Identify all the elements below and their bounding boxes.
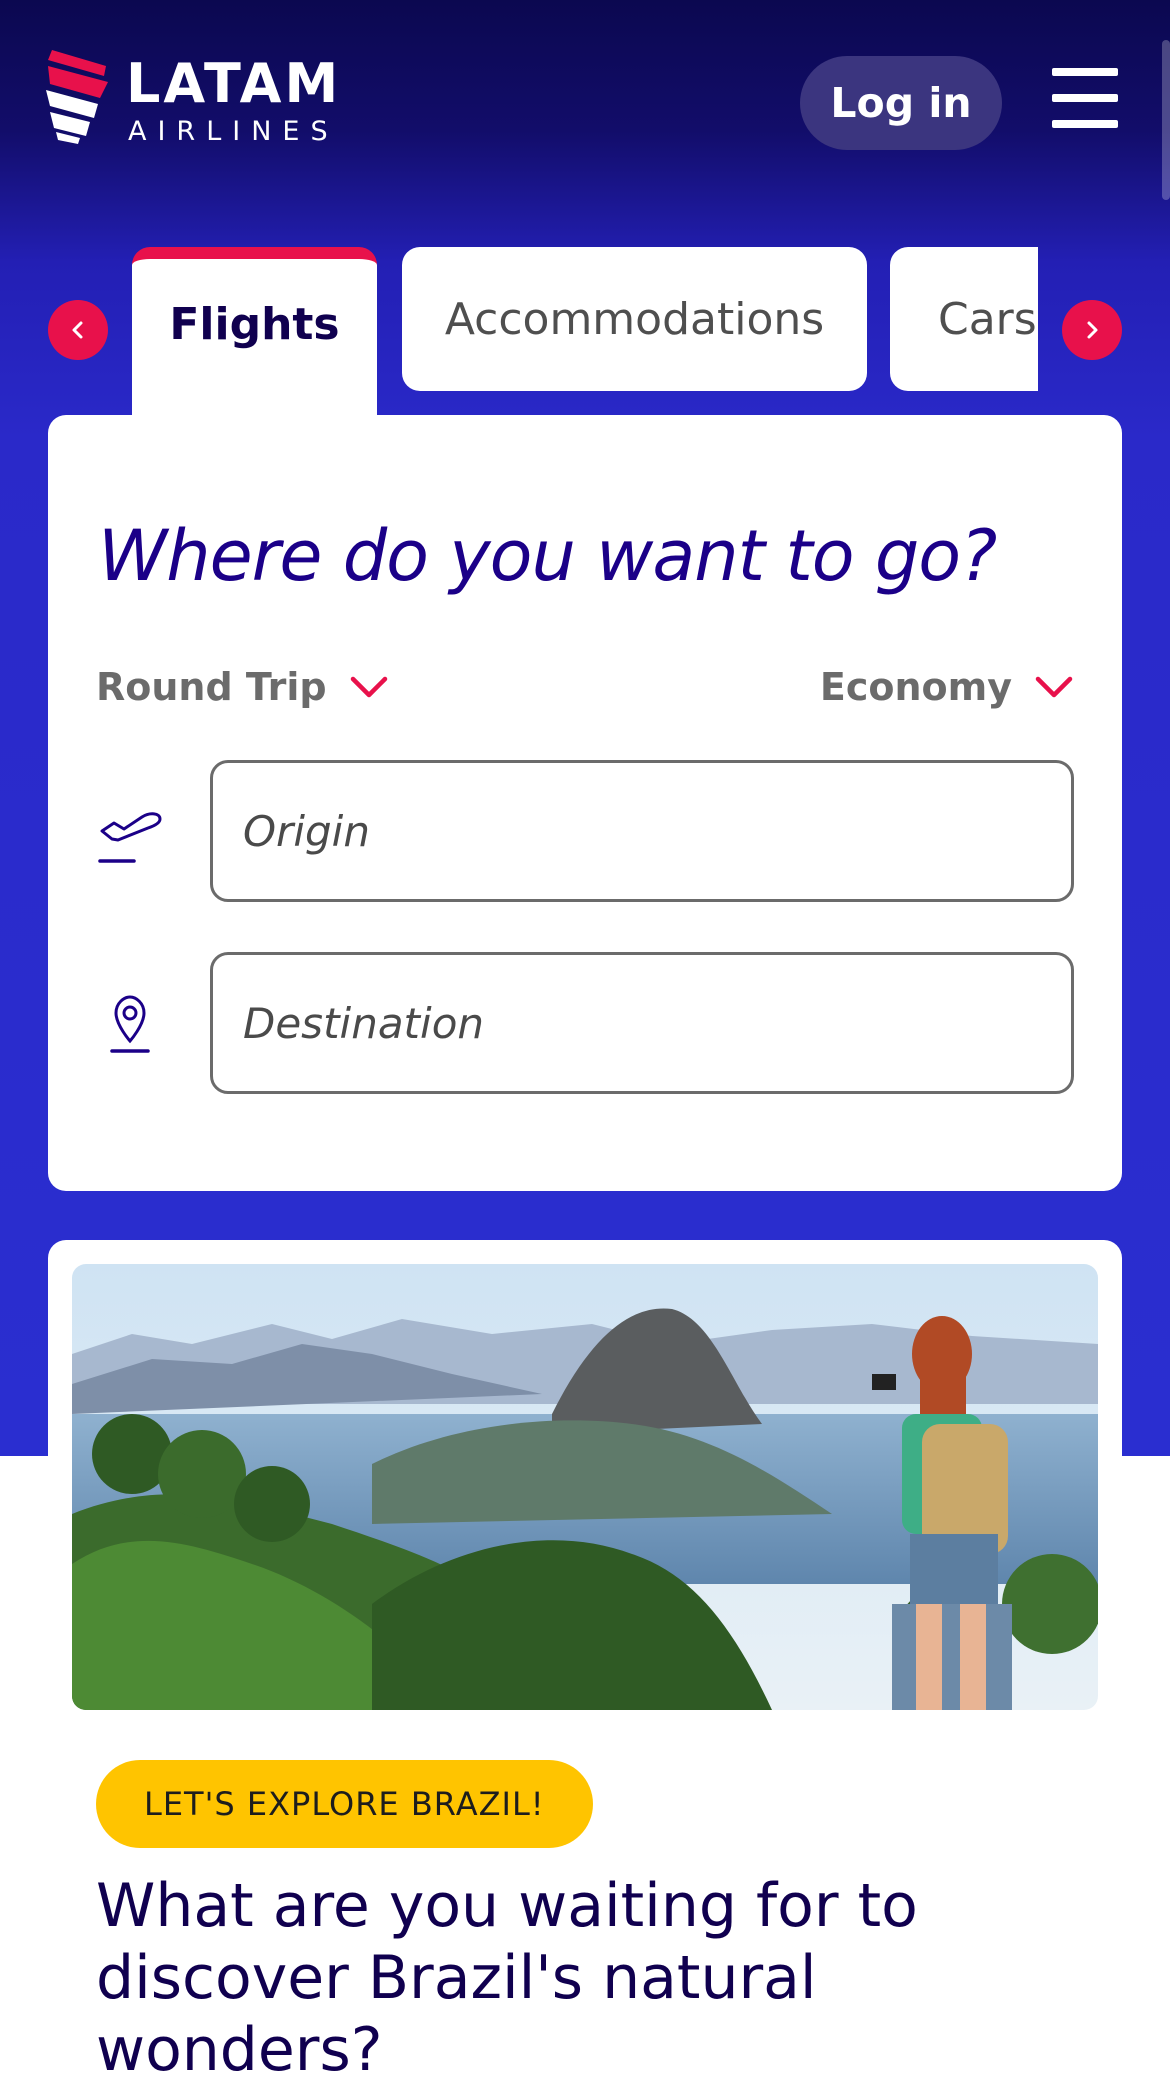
flight-search-card: Where do you want to go? Round Trip Econ… [48, 415, 1122, 1191]
logo-wordmark: LATAM [126, 52, 342, 115]
tab-flights[interactable]: Flights [132, 247, 377, 422]
logo-subtitle: AIRLINES [128, 116, 339, 147]
promo-badge: LET'S EXPLORE BRAZIL! [96, 1760, 593, 1848]
cabin-class-select[interactable]: Economy [820, 665, 1074, 709]
tabs-next-button[interactable] [1062, 300, 1122, 360]
destination-field[interactable]: Destination [210, 952, 1074, 1094]
trip-type-select[interactable]: Round Trip [96, 665, 389, 709]
promo-card[interactable]: LET'S EXPLORE BRAZIL! What are you waiti… [48, 1240, 1122, 2085]
tab-accommodations[interactable]: Accommodations [402, 247, 867, 391]
rio-landscape-illustration [72, 1264, 1098, 1710]
promo-image[interactable] [72, 1264, 1098, 1710]
tab-cars[interactable]: Cars [890, 247, 1038, 391]
latam-logo-icon [46, 50, 108, 144]
promo-heading[interactable]: What are you waiting for to discover Bra… [96, 1870, 1096, 2086]
login-button[interactable]: Log in [800, 56, 1002, 150]
location-pin-icon [110, 995, 150, 1053]
latam-logo[interactable]: LATAM AIRLINES [46, 48, 366, 148]
plane-takeoff-icon [98, 812, 162, 863]
tabs-prev-button[interactable] [48, 300, 108, 360]
hamburger-menu-icon[interactable] [1052, 68, 1118, 128]
scrollbar[interactable] [1162, 40, 1170, 200]
search-title: Where do you want to go? [98, 515, 997, 597]
origin-field[interactable]: Origin [210, 760, 1074, 902]
chevron-down-icon [350, 676, 387, 698]
chevron-right-icon [1087, 321, 1098, 339]
chevron-left-icon [72, 321, 83, 339]
cabin-class-value: Economy [819, 665, 1012, 709]
chevron-down-icon [1035, 676, 1073, 698]
trip-type-value: Round Trip [96, 665, 327, 709]
